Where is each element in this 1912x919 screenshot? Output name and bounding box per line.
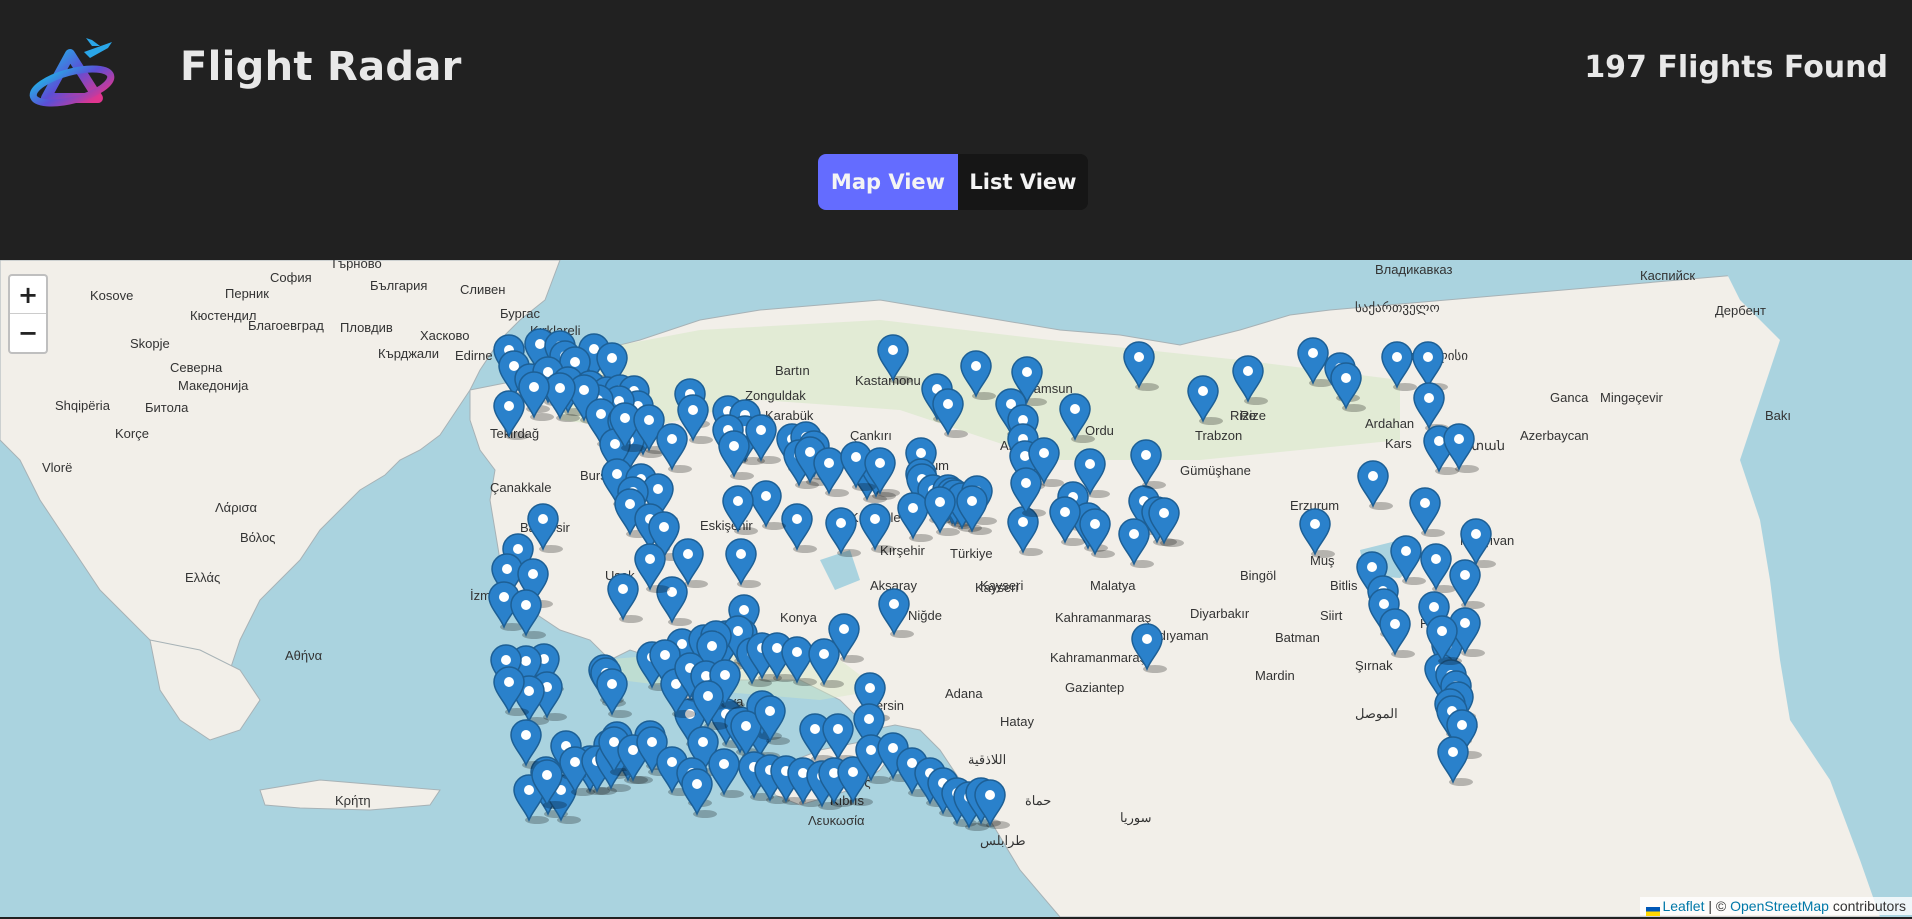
map-label: Македонија [178, 378, 249, 393]
map-label: Λάρισα [215, 500, 258, 515]
app-header: Flight Radar 197 Flights Found Map View … [0, 0, 1912, 260]
map-label: Zonguldak [745, 388, 806, 403]
map-view[interactable]: Търново Kosove София България Перник Сливен Кю… [0, 260, 1912, 917]
plane-logo-icon [26, 36, 122, 112]
flight-marker-icon[interactable] [682, 769, 717, 818]
map-label: Бургас [500, 306, 541, 321]
map-label: Ardahan [1365, 416, 1414, 431]
attribution-contributors: contributors [1833, 898, 1906, 914]
map-label: Çankırı [850, 428, 892, 443]
map-label: София [270, 270, 312, 285]
map-label: Ganca [1550, 390, 1589, 405]
map-canvas[interactable]: Търново Kosove София България Перник Сливен Кю… [0, 260, 1912, 917]
flight-marker-icon[interactable] [709, 749, 744, 798]
map-label: Северна [170, 360, 223, 375]
map-label: Trabzon [1195, 428, 1242, 443]
map-label: Mingəçevir [1600, 390, 1664, 405]
map-view-button[interactable]: Map View [818, 154, 958, 210]
map-label: Gaziantep [1065, 680, 1124, 695]
map-label: Kahramanmaraş [1050, 650, 1147, 665]
map-label: Vlorë [42, 460, 72, 475]
map-label: Ελλάς [185, 570, 220, 585]
map-label: Хасково [420, 328, 469, 343]
map-label: Skopje [130, 336, 170, 351]
map-label: Niğde [908, 608, 942, 623]
map-label: Konya [780, 610, 818, 625]
map-label: Αθήνα [285, 648, 323, 663]
map-label: Kars [1385, 436, 1412, 451]
map-label: Благоевград [248, 318, 324, 333]
map-label: Diyarbakır [1190, 606, 1250, 621]
map-label: Azerbaycan [1520, 428, 1589, 443]
map-label: Κρήτη [335, 793, 371, 808]
map-label: اللاذقية [968, 752, 1006, 767]
attribution-separator: | © [1708, 898, 1726, 914]
map-label: Korçe [115, 426, 149, 441]
map-label: Владикавказ [1375, 262, 1453, 277]
map-label: Сливен [460, 282, 505, 297]
map-label: Пловдив [340, 320, 393, 335]
map-label: Кюстендил [190, 308, 256, 323]
osm-link[interactable]: OpenStreetMap [1730, 898, 1829, 914]
map-label: Mardin [1255, 668, 1295, 683]
map-label: Siirt [1320, 608, 1343, 623]
ukraine-flag-icon [1646, 903, 1660, 912]
map-label: Edirne [455, 348, 493, 363]
map-label: Каспийск [1640, 268, 1695, 283]
map-label: Şırnak [1355, 658, 1393, 673]
map-label: Shqipëria [55, 398, 111, 413]
map-label: Gümüşhane [1180, 463, 1251, 478]
map-label: Bakı [1765, 408, 1791, 423]
map-label: Βόλος [240, 530, 275, 545]
map-label: Kayseri [975, 580, 1018, 595]
map-label: سوريا [1120, 810, 1151, 826]
map-label: Перник [225, 286, 269, 301]
map-label: Дербент [1715, 303, 1766, 318]
map-label: България [370, 278, 427, 293]
map-attribution: Leaflet | © OpenStreetMap contributors [1640, 897, 1912, 915]
map-label: Битола [145, 400, 189, 415]
map-label: Türkiye [950, 546, 993, 561]
zoom-control: + − [8, 274, 48, 354]
app-title: Flight Radar [180, 44, 462, 90]
land-peloponnese [150, 640, 260, 740]
map-label: საქართველო [1355, 300, 1440, 316]
map-label: Кърджали [378, 346, 439, 361]
map-label: Bitlis [1330, 578, 1358, 593]
map-label: الموصل [1355, 706, 1398, 722]
flight-count: 197 Flights Found [1584, 50, 1888, 85]
map-label: Bingöl [1240, 568, 1276, 583]
map-label: Malatya [1090, 578, 1136, 593]
leaflet-link[interactable]: Leaflet [1662, 898, 1704, 914]
map-label: Kosove [90, 288, 133, 303]
map-label: Rize [1230, 408, 1256, 423]
map-label: Çanakkale [490, 480, 551, 495]
map-label: Bartın [775, 363, 810, 378]
map-label: Batman [1275, 630, 1320, 645]
map-label: Adana [945, 686, 983, 701]
map-label: طرابلس [980, 833, 1026, 849]
map-label: Λευκωσία [808, 813, 865, 828]
zoom-out-button[interactable]: − [10, 314, 46, 351]
zoom-in-button[interactable]: + [10, 276, 46, 314]
list-view-button[interactable]: List View [958, 154, 1088, 210]
map-label: Hatay [1000, 714, 1034, 729]
map-label: حماة [1025, 793, 1051, 808]
map-label: Търново [330, 260, 382, 271]
map-label: Kahramanmaraş [1055, 610, 1152, 625]
view-toggle: Map View List View [818, 154, 1088, 210]
